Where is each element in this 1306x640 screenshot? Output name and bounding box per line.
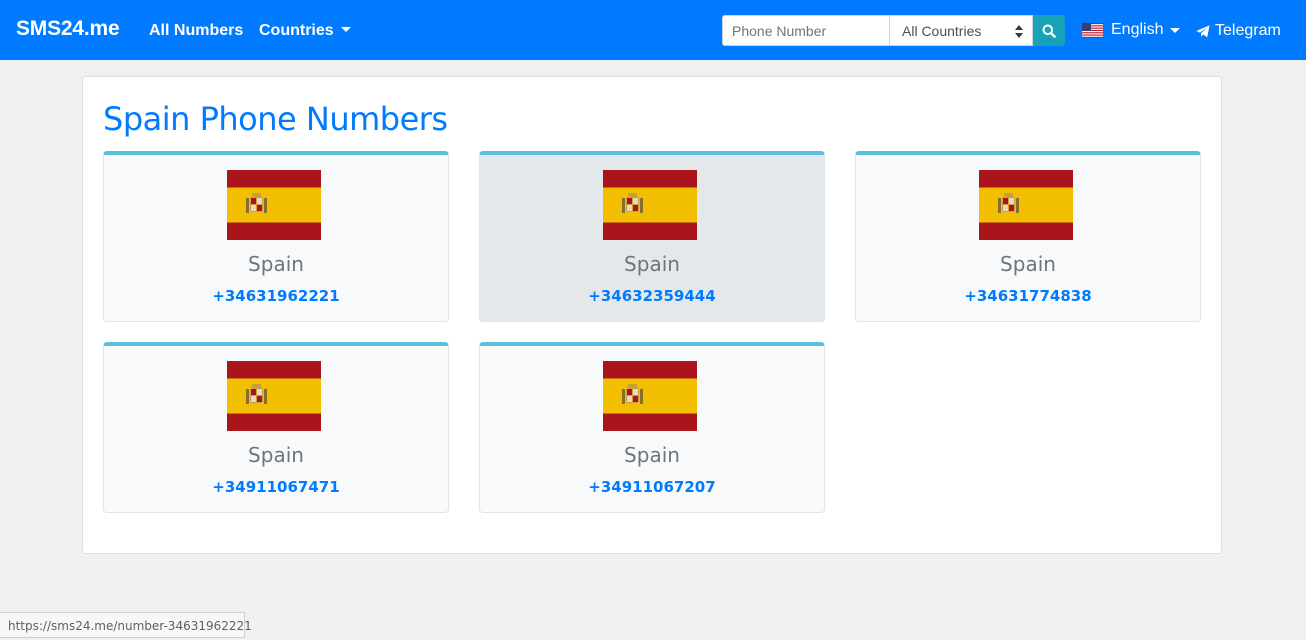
number-card[interactable]: Spain +34911067207 xyxy=(479,342,825,513)
phone-number-input[interactable] xyxy=(722,15,890,46)
number-card[interactable]: Spain +34631962221 xyxy=(103,151,449,322)
card-country: Spain xyxy=(248,443,304,467)
us-flag-icon xyxy=(1082,22,1103,38)
language-dropdown[interactable]: English xyxy=(1082,21,1181,39)
card-phone-link[interactable]: +34632359444 xyxy=(480,287,824,305)
spain-flag-icon xyxy=(603,361,697,431)
spain-flag-icon xyxy=(227,361,321,431)
card-phone-link[interactable]: +34631774838 xyxy=(856,287,1200,305)
country-select-value: All Countries xyxy=(902,23,982,39)
search-form: All Countries xyxy=(722,15,1065,46)
nav-countries-label: Countries xyxy=(259,22,334,39)
page-title: Spain Phone Numbers xyxy=(103,100,448,138)
chevron-down-icon xyxy=(1170,27,1181,33)
select-arrows-icon xyxy=(1015,25,1023,38)
chevron-down-icon xyxy=(340,27,351,32)
card-phone-link[interactable]: +34631962221 xyxy=(104,287,448,305)
telegram-icon xyxy=(1196,24,1210,37)
number-card[interactable]: Spain +34632359444 xyxy=(479,151,825,322)
card-phone-link[interactable]: +34911067471 xyxy=(104,478,448,496)
card-country: Spain xyxy=(248,252,304,276)
status-url: https://sms24.me/number-34631962221 xyxy=(8,619,252,633)
spain-flag-icon xyxy=(979,170,1073,240)
top-navbar: SMS24.me All Numbers Countries All Count… xyxy=(0,0,1306,60)
main-content-card: Spain Phone Numbers Spain +34631962221 S… xyxy=(82,76,1222,554)
search-button[interactable] xyxy=(1033,15,1065,46)
number-card[interactable]: Spain +34911067471 xyxy=(103,342,449,513)
telegram-link[interactable]: Telegram xyxy=(1196,22,1281,40)
telegram-label: Telegram xyxy=(1215,22,1281,39)
language-label: English xyxy=(1111,21,1164,38)
spain-flag-icon xyxy=(603,170,697,240)
search-icon xyxy=(1042,24,1056,38)
browser-status-bar: https://sms24.me/number-34631962221 xyxy=(0,612,252,638)
card-country: Spain xyxy=(624,252,680,276)
country-select[interactable]: All Countries xyxy=(890,15,1033,46)
number-card[interactable]: Spain +34631774838 xyxy=(855,151,1201,322)
card-phone-link[interactable]: +34911067207 xyxy=(480,478,824,496)
nav-all-numbers[interactable]: All Numbers xyxy=(149,22,243,40)
spain-flag-icon xyxy=(227,170,321,240)
brand-logo[interactable]: SMS24.me xyxy=(16,17,120,41)
card-country: Spain xyxy=(624,443,680,467)
nav-countries-dropdown[interactable]: Countries xyxy=(259,22,351,40)
scrollbar[interactable] xyxy=(1301,60,1306,640)
card-country: Spain xyxy=(1000,252,1056,276)
